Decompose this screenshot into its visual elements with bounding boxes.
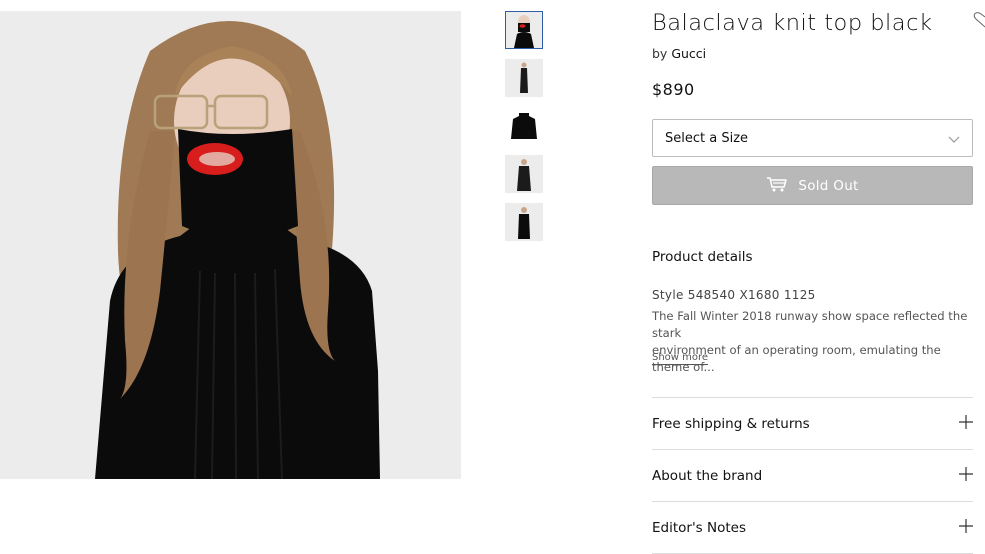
thumbnail-3[interactable]	[505, 107, 543, 145]
accordion-shipping-returns[interactable]: Free shipping & returns	[652, 397, 973, 449]
model-photo	[0, 11, 461, 479]
thumbnail-image	[505, 203, 543, 241]
product-description: The Fall Winter 2018 runway show space r…	[652, 309, 968, 374]
thumbnail-2[interactable]	[505, 59, 543, 97]
sold-out-label: Sold Out	[798, 177, 859, 194]
size-select-label: Select a Size	[665, 130, 749, 146]
product-price: $890	[652, 80, 695, 99]
wishlist-heart-icon[interactable]	[973, 12, 985, 34]
sold-out-button[interactable]: Sold Out	[652, 166, 973, 205]
thumbnail-strip	[505, 11, 543, 251]
main-product-image[interactable]	[0, 11, 461, 479]
thumbnail-image	[505, 107, 543, 145]
plus-icon	[959, 466, 973, 485]
thumbnail-image	[505, 155, 543, 193]
accordion-label: Editor's Notes	[652, 519, 746, 536]
cart-icon	[766, 176, 798, 196]
accordion-about-brand[interactable]: About the brand	[652, 449, 973, 501]
thumbnail-1[interactable]	[505, 11, 543, 49]
thumbnail-image	[506, 12, 542, 48]
thumbnail-5[interactable]	[505, 203, 543, 241]
plus-icon	[959, 414, 973, 433]
thumbnail-image	[505, 59, 543, 97]
product-title: Balaclava knit top black	[652, 10, 933, 36]
style-number: Style 548540 X1680 1125	[652, 288, 816, 302]
plus-icon	[959, 518, 973, 537]
product-details-heading: Product details	[652, 249, 753, 265]
brand-byline: by Gucci	[652, 46, 706, 61]
size-select[interactable]: Select a Size	[652, 119, 973, 157]
chevron-down-icon	[948, 129, 960, 148]
by-prefix: by	[652, 46, 668, 61]
brand-link[interactable]: Gucci	[671, 46, 706, 61]
show-more-link[interactable]: Show more	[652, 352, 709, 365]
accordion-label: About the brand	[652, 467, 763, 484]
accordion-label: Free shipping & returns	[652, 415, 810, 432]
thumbnail-4[interactable]	[505, 155, 543, 193]
accordion-editors-notes[interactable]: Editor's Notes	[652, 501, 973, 553]
